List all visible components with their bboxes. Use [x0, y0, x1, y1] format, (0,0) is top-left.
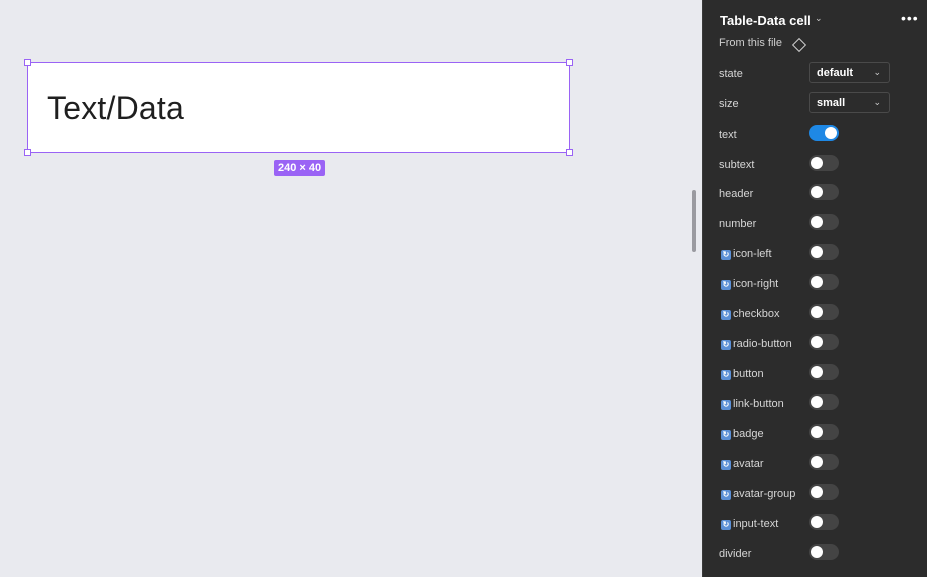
select-value: default — [817, 67, 854, 79]
instance-swap-icon: ↻ — [721, 490, 731, 500]
badge-toggle[interactable] — [809, 424, 839, 440]
property-row-link-button: ↻ link-button — [703, 392, 927, 418]
property-row-divider: divider — [703, 542, 927, 568]
button-toggle[interactable] — [809, 364, 839, 380]
size-select[interactable]: small ⌄ — [809, 92, 890, 113]
radio-button-toggle[interactable] — [809, 334, 839, 350]
property-row-header: header — [703, 182, 927, 208]
property-label: state — [719, 68, 743, 80]
toggle-knob — [811, 276, 823, 288]
property-label: text — [719, 129, 737, 141]
property-label: size — [719, 98, 739, 110]
text-toggle[interactable] — [809, 125, 839, 141]
toggle-knob — [825, 127, 837, 139]
toggle-knob — [811, 306, 823, 318]
icon-right-toggle[interactable] — [809, 274, 839, 290]
input-text-toggle[interactable] — [809, 514, 839, 530]
resize-handle-bottom-right[interactable] — [566, 149, 573, 156]
property-row-state: state default ⌄ — [703, 62, 927, 88]
toggle-knob — [811, 186, 823, 198]
instance-swap-icon: ↻ — [721, 520, 731, 530]
property-label: number — [719, 218, 757, 230]
toggle-knob — [811, 366, 823, 378]
toggle-knob — [811, 336, 823, 348]
frame-text[interactable]: Text/Data — [47, 90, 184, 127]
properties-panel: Table-Data cell ⌄ ••• From this file sta… — [702, 0, 927, 577]
property-row-avatar-group: ↻ avatar-group — [703, 482, 927, 508]
property-label: subtext — [719, 159, 755, 171]
more-options-button[interactable]: ••• — [901, 10, 919, 26]
checkbox-toggle[interactable] — [809, 304, 839, 320]
number-toggle[interactable] — [809, 214, 839, 230]
property-label: checkbox — [733, 308, 780, 320]
size-badge: 240 × 40 — [274, 160, 326, 176]
selected-frame[interactable]: Text/Data — [24, 59, 573, 156]
property-row-icon-left: ↻ icon-left — [703, 242, 927, 268]
state-select[interactable]: default ⌄ — [809, 62, 890, 83]
avatar-group-toggle[interactable] — [809, 484, 839, 500]
property-row-checkbox: ↻ checkbox — [703, 302, 927, 328]
toggle-knob — [811, 486, 823, 498]
link-button-toggle[interactable] — [809, 394, 839, 410]
chevron-down-icon[interactable]: ⌄ — [815, 13, 823, 24]
property-label: icon-left — [733, 248, 772, 260]
select-value: small — [817, 97, 846, 109]
property-row-radio-button: ↻ radio-button — [703, 332, 927, 358]
toggle-knob — [811, 516, 823, 528]
resize-handle-top-left[interactable] — [24, 59, 31, 66]
instance-swap-icon: ↻ — [721, 250, 731, 260]
toggle-knob — [811, 216, 823, 228]
property-row-avatar: ↻ avatar — [703, 452, 927, 478]
instance-swap-icon: ↻ — [721, 400, 731, 410]
canvas[interactable]: Text/Data 240 × 40 — [0, 0, 702, 577]
instance-swap-icon: ↻ — [721, 340, 731, 350]
property-row-subtext: subtext — [703, 153, 927, 179]
subtext-toggle[interactable] — [809, 155, 839, 171]
property-row-button: ↻ button — [703, 362, 927, 388]
property-label: radio-button — [733, 338, 792, 350]
property-label: input-text — [733, 518, 779, 530]
instance-swap-icon: ↻ — [721, 460, 731, 470]
header-toggle[interactable] — [809, 184, 839, 200]
toggle-knob — [811, 546, 823, 558]
chevron-down-icon: ⌄ — [873, 67, 881, 77]
avatar-toggle[interactable] — [809, 454, 839, 470]
toggle-knob — [811, 426, 823, 438]
property-row-number: number — [703, 212, 927, 238]
property-row-size: size small ⌄ — [703, 92, 927, 118]
property-label: avatar — [733, 458, 764, 470]
resize-handle-bottom-left[interactable] — [24, 149, 31, 156]
instance-swap-icon: ↻ — [721, 430, 731, 440]
property-label: link-button — [733, 398, 784, 410]
property-row-input-text: ↻ input-text — [703, 512, 927, 538]
resize-handle-top-right[interactable] — [566, 59, 573, 66]
toggle-knob — [811, 246, 823, 258]
icon-left-toggle[interactable] — [809, 244, 839, 260]
property-row-badge: ↻ badge — [703, 422, 927, 448]
instance-swap-icon: ↻ — [721, 310, 731, 320]
component-source: From this file — [719, 37, 782, 49]
property-label: icon-right — [733, 278, 779, 290]
divider-toggle[interactable] — [809, 544, 839, 560]
property-row-text: text — [703, 123, 927, 149]
instance-swap-icon: ↻ — [721, 280, 731, 290]
toggle-knob — [811, 456, 823, 468]
component-title[interactable]: Table-Data cell — [720, 13, 811, 28]
canvas-scrollbar[interactable] — [692, 190, 696, 252]
property-label: avatar-group — [733, 488, 796, 500]
component-diamond-icon[interactable] — [791, 37, 807, 53]
property-row-icon-right: ↻ icon-right — [703, 272, 927, 298]
property-label: header — [719, 188, 754, 200]
property-label: badge — [733, 428, 764, 440]
chevron-down-icon: ⌄ — [873, 97, 881, 107]
property-label: button — [733, 368, 764, 380]
property-label: divider — [719, 548, 752, 560]
toggle-knob — [811, 157, 823, 169]
toggle-knob — [811, 396, 823, 408]
instance-swap-icon: ↻ — [721, 370, 731, 380]
